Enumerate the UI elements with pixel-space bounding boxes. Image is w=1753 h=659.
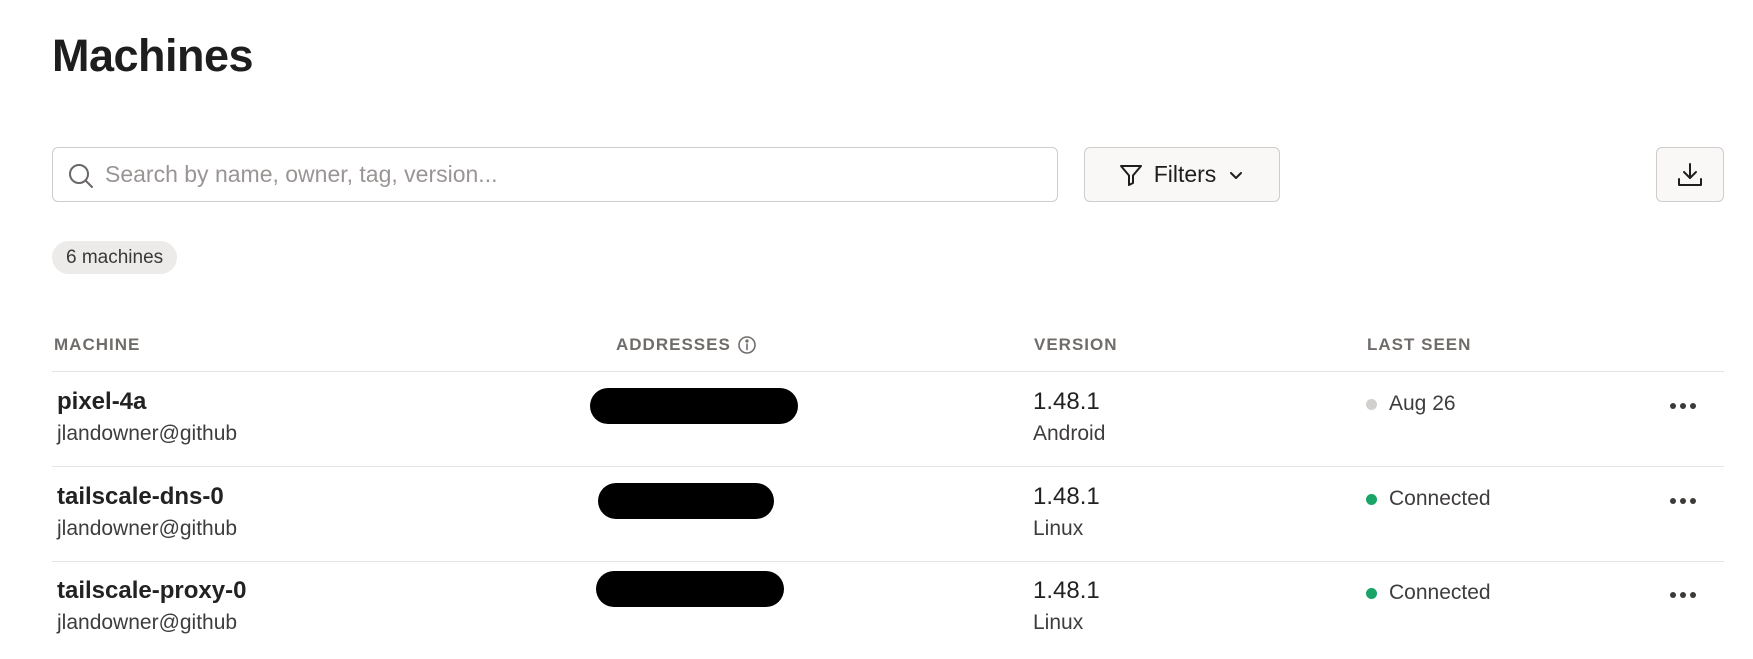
more-icon bbox=[1690, 403, 1696, 409]
more-icon bbox=[1690, 498, 1696, 504]
filter-icon bbox=[1119, 164, 1142, 186]
search-box[interactable] bbox=[52, 147, 1058, 202]
last-seen-label: Connected bbox=[1389, 487, 1491, 510]
column-header-last-seen-label: LAST SEEN bbox=[1367, 335, 1472, 354]
address-redaction bbox=[598, 483, 774, 519]
machine-count-badge: 6 machines bbox=[52, 241, 178, 274]
machine-name[interactable]: tailscale-dns-0 bbox=[57, 483, 224, 511]
last-seen-label: Aug 26 bbox=[1389, 392, 1456, 415]
table-row[interactable]: pixel-4a jlandowner@github 1.48.1 Androi… bbox=[52, 372, 1724, 467]
machine-owner: jlandowner@github bbox=[57, 422, 238, 445]
status-dot bbox=[1366, 493, 1377, 505]
machine-os: Android bbox=[1033, 422, 1106, 445]
machine-owner: jlandowner@github bbox=[57, 611, 238, 634]
table-header: MACHINE ADDRESSES VERSION LAST SEEN bbox=[52, 335, 1724, 372]
more-actions-button[interactable] bbox=[1663, 394, 1703, 418]
page-title: Machines bbox=[52, 30, 254, 81]
more-icon bbox=[1690, 592, 1696, 598]
status-dot bbox=[1366, 587, 1377, 599]
machine-owner: jlandowner@github bbox=[57, 517, 238, 540]
more-icon bbox=[1680, 403, 1686, 409]
column-header-machine-label: MACHINE bbox=[54, 335, 141, 354]
last-seen-status: Connected bbox=[1366, 581, 1491, 605]
more-actions-button[interactable] bbox=[1663, 583, 1703, 607]
column-header-version[interactable]: VERSION bbox=[1034, 335, 1118, 355]
search-icon bbox=[69, 164, 93, 188]
download-button[interactable] bbox=[1656, 147, 1724, 202]
more-icon bbox=[1670, 403, 1676, 409]
more-icon bbox=[1680, 592, 1686, 598]
machine-version: 1.48.1 bbox=[1033, 483, 1100, 510]
address-redaction bbox=[590, 388, 798, 424]
machine-os: Linux bbox=[1033, 611, 1084, 634]
search-input[interactable] bbox=[101, 148, 1049, 201]
machine-version: 1.48.1 bbox=[1033, 577, 1100, 604]
info-icon[interactable] bbox=[737, 335, 757, 355]
table-row[interactable]: tailscale-proxy-0 jlandowner@github 1.48… bbox=[52, 561, 1724, 655]
column-header-addresses[interactable]: ADDRESSES bbox=[616, 335, 757, 355]
more-actions-button[interactable] bbox=[1663, 489, 1703, 513]
column-header-addresses-label: ADDRESSES bbox=[616, 335, 731, 354]
machine-name[interactable]: pixel-4a bbox=[57, 388, 146, 416]
table-row[interactable]: tailscale-dns-0 jlandowner@github 1.48.1… bbox=[52, 467, 1724, 562]
machine-version: 1.48.1 bbox=[1033, 388, 1100, 415]
more-icon bbox=[1670, 498, 1676, 504]
download-icon bbox=[1678, 162, 1702, 186]
last-seen-status: Connected bbox=[1366, 487, 1491, 511]
last-seen-label: Connected bbox=[1389, 581, 1491, 604]
more-icon bbox=[1670, 592, 1676, 598]
machine-os: Linux bbox=[1033, 517, 1084, 540]
last-seen-status: Aug 26 bbox=[1366, 392, 1456, 416]
chevron-down-icon bbox=[1230, 171, 1243, 179]
column-header-last-seen[interactable]: LAST SEEN bbox=[1367, 335, 1471, 355]
more-icon bbox=[1680, 498, 1686, 504]
filters-label: Filters bbox=[1153, 161, 1217, 187]
machine-name[interactable]: tailscale-proxy-0 bbox=[57, 577, 246, 605]
status-dot bbox=[1366, 398, 1377, 410]
column-header-version-label: VERSION bbox=[1034, 335, 1118, 354]
filters-button[interactable]: Filters bbox=[1084, 147, 1280, 202]
address-redaction bbox=[596, 571, 784, 607]
column-header-machine[interactable]: MACHINE bbox=[54, 335, 140, 355]
